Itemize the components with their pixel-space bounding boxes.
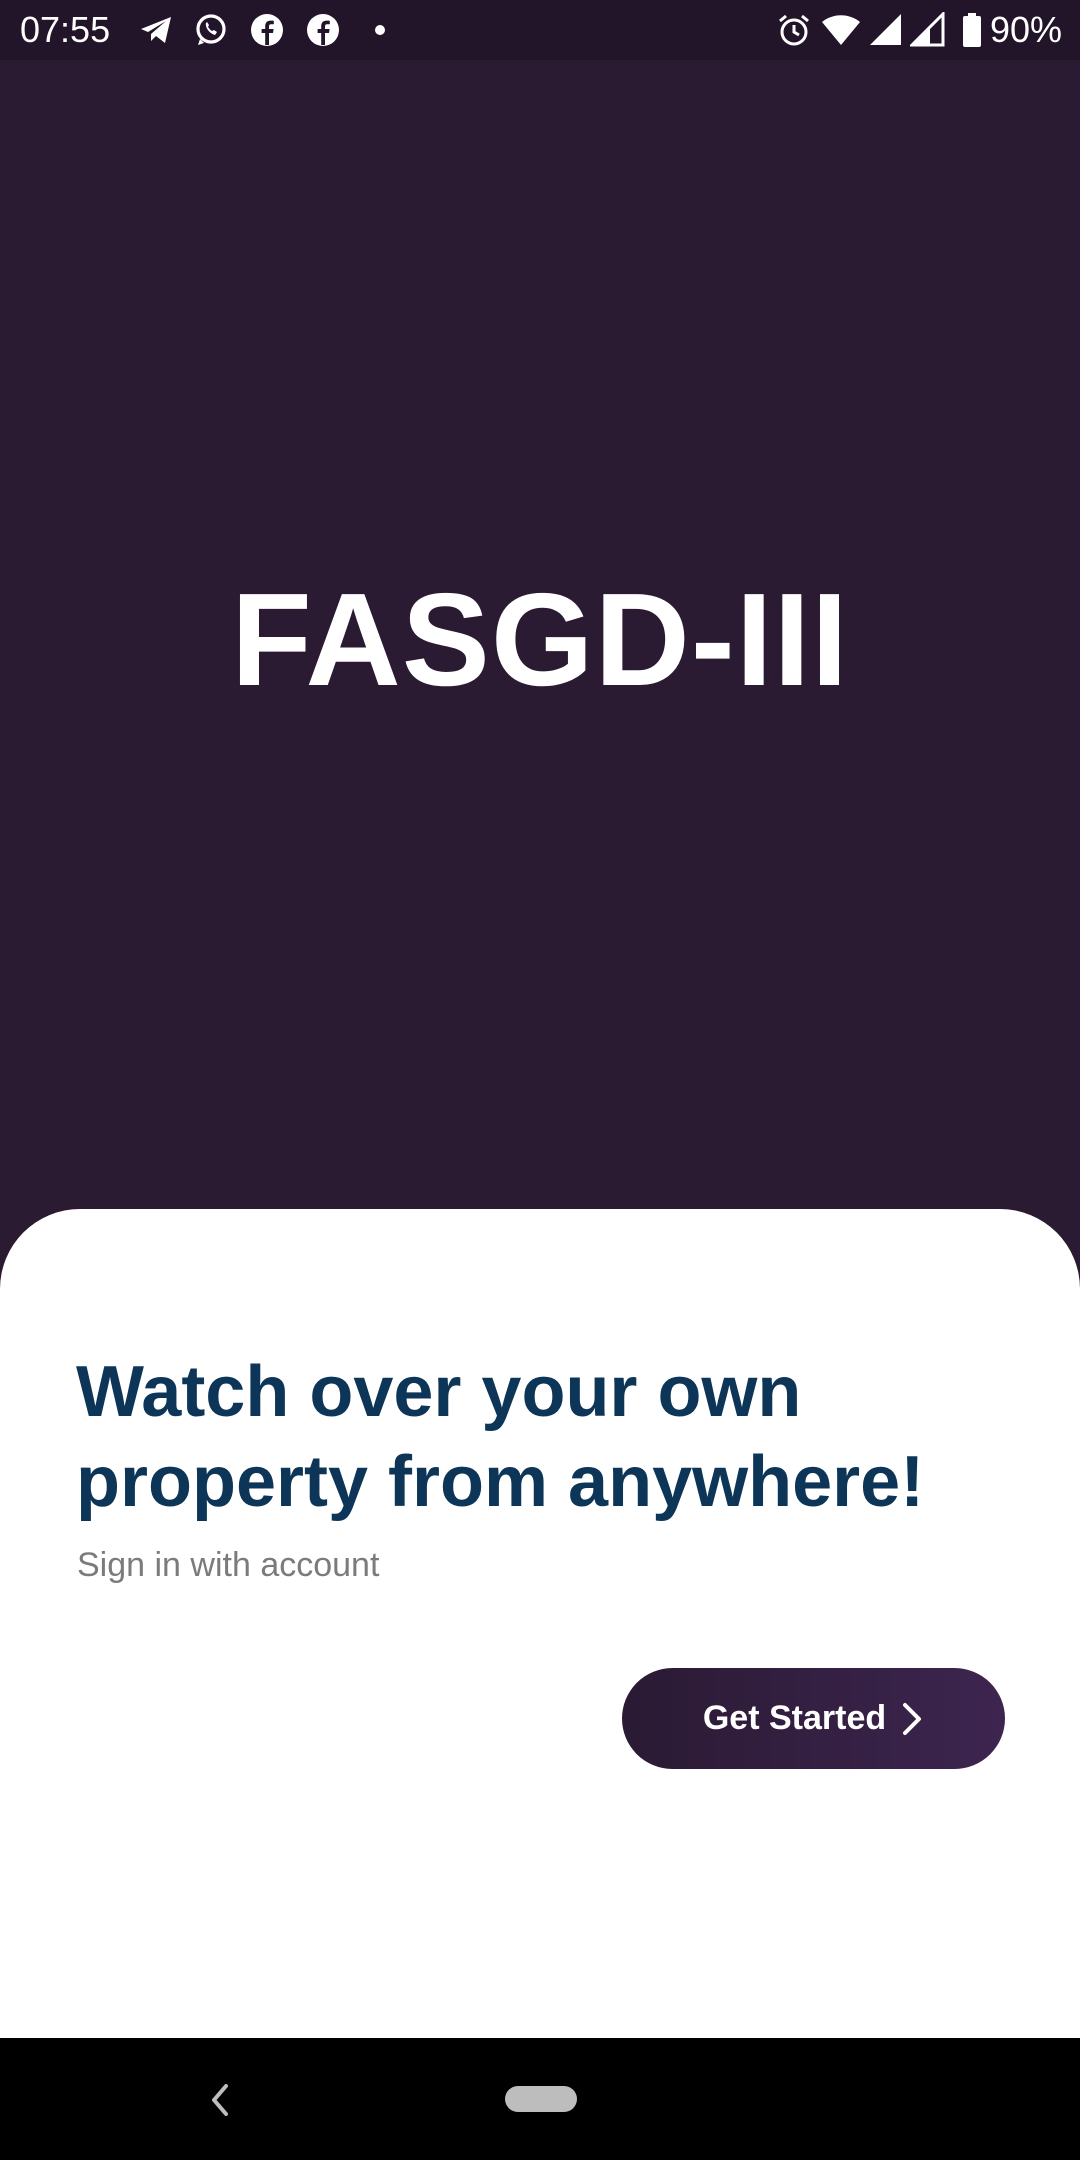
signal-icon	[870, 14, 901, 45]
chevron-right-icon	[903, 1702, 922, 1735]
alarm-icon	[779, 14, 809, 46]
telegram-icon	[141, 17, 171, 43]
app-title: FASGD-III	[231, 566, 849, 713]
battery-icon	[963, 13, 981, 47]
signal-icon	[910, 12, 945, 47]
facebook-icon	[251, 14, 283, 46]
subtitle: Sign in with account	[77, 1546, 380, 1584]
battery-percent: 90%	[989, 9, 1062, 50]
screen: 07:55 90% FASGD-III Watch over your own …	[0, 0, 1080, 2160]
whatsapp-icon	[196, 14, 226, 45]
wifi-icon	[822, 15, 860, 45]
navigation-bar	[0, 2038, 1080, 2160]
get-started-button[interactable]: Get Started	[622, 1668, 1005, 1769]
facebook-icon	[307, 14, 339, 46]
onboarding-sheet: Watch over your own property from anywhe…	[0, 1209, 1080, 2038]
home-pill[interactable]	[505, 2086, 577, 2112]
status-time: 07:55	[20, 9, 111, 50]
back-icon[interactable]	[202, 2078, 238, 2122]
dot-icon	[375, 25, 385, 35]
status-bar: 07:55 90%	[0, 0, 1080, 60]
get-started-label: Get Started	[702, 1699, 887, 1737]
headline: Watch over your own property from anywhe…	[76, 1352, 925, 1522]
